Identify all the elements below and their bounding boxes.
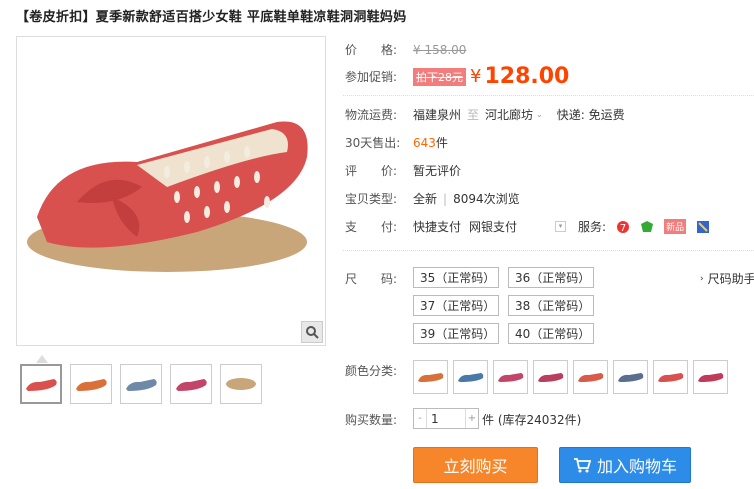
quantity-stepper[interactable]: - 1 + — [413, 408, 479, 429]
color-option-blue[interactable] — [453, 360, 488, 394]
thumbnail-sole[interactable] — [220, 364, 262, 404]
promo-price: 128.00 — [484, 64, 570, 89]
size-guide[interactable]: › 尺码助手 — [700, 270, 754, 287]
quantity-row: 购买数量: — [345, 411, 413, 428]
payment-label: 支 付: — [345, 220, 398, 234]
chevron-down-icon[interactable]: ⌄ — [536, 110, 543, 119]
shipping-fee: 快递: 免运费 — [556, 108, 625, 122]
sold-unit: 件 — [435, 136, 448, 150]
seven-day-return-icon[interactable]: 7 — [616, 220, 630, 234]
new-product-badge: 新品 — [664, 219, 687, 234]
thumbnail-orange[interactable] — [70, 364, 112, 404]
buy-now-button[interactable]: 立刻购买 — [413, 447, 538, 483]
thumbnail-blue[interactable] — [120, 364, 162, 404]
add-to-cart-button[interactable]: 加入购物车 — [559, 447, 691, 483]
color-row: 颜色分类: — [345, 362, 413, 379]
payment-quick: 快捷支付 — [413, 220, 462, 234]
thumb-pointer — [36, 355, 48, 363]
price-row: 价 格: ¥ 158.00 — [345, 41, 466, 58]
size-option[interactable]: 37（正常码） — [413, 295, 499, 316]
size-option[interactable]: 38（正常码） — [508, 295, 594, 316]
payment-dropdown-icon[interactable]: ▾ — [555, 221, 567, 232]
type-label: 宝贝类型: — [345, 192, 398, 206]
size-option[interactable]: 35（正常码） — [413, 267, 499, 288]
color-option-orange[interactable] — [413, 360, 448, 394]
service-label: 服务: — [578, 220, 607, 234]
price-label: 价 格: — [345, 43, 398, 57]
size-guide-label: 尺码助手 — [707, 272, 754, 286]
type-row: 宝贝类型: 全新 | 8094次浏览 — [345, 191, 520, 207]
quantity-input[interactable]: 1 — [427, 409, 465, 428]
zoom-button[interactable] — [301, 321, 323, 343]
svg-text:7: 7 — [620, 223, 626, 234]
promo-label: 参加促销: — [345, 70, 398, 84]
size-option[interactable]: 39（正常码） — [413, 323, 499, 344]
add-to-cart-label: 加入购物车 — [596, 457, 677, 476]
promo-row: 参加促销: 拍下28元 ¥ 128.00 — [345, 64, 569, 89]
sold-row: 30天售出: 643 件 — [345, 134, 448, 151]
thumbnail-red[interactable] — [20, 364, 62, 404]
quantity-decrease[interactable]: - — [414, 409, 427, 428]
original-price: ¥ 158.00 — [413, 42, 467, 57]
ship-to[interactable]: 河北廊坊 — [485, 106, 533, 123]
invoice-icon[interactable] — [696, 220, 710, 234]
quantity-increase[interactable]: + — [465, 409, 478, 428]
size-row-label: 尺 码: — [345, 270, 413, 287]
rating-value: 暂无评价 — [413, 164, 462, 178]
thumbnail-strip — [20, 364, 262, 404]
rating-label: 评 价: — [345, 164, 398, 178]
sold-label: 30天售出: — [345, 136, 401, 150]
color-option-pink[interactable] — [493, 360, 528, 394]
payment-bank: 网银支付 — [469, 220, 518, 234]
color-option-coral[interactable] — [573, 360, 608, 394]
size-label: 尺 码: — [345, 272, 398, 286]
ship-sep: 至 — [467, 108, 480, 122]
buy-now-label: 立刻购买 — [443, 457, 508, 476]
product-title: 【卷皮折扣】夏季新款舒适百搭少女鞋 平底鞋单鞋凉鞋洞洞鞋妈妈 — [16, 10, 407, 25]
size-option[interactable]: 40（正常码） — [508, 323, 594, 344]
size-option[interactable]: 36（正常码） — [508, 267, 594, 288]
color-option-navy[interactable] — [613, 360, 648, 394]
payment-row: 支 付: 快捷支付 网银支付 ▾ 服务: 7 新品 — [345, 218, 710, 235]
sold-count: 643 — [413, 135, 436, 150]
cart-icon — [573, 458, 591, 473]
view-count: 8094次浏览 — [453, 192, 520, 206]
stock-info: 件 (库存24032件) — [482, 413, 582, 427]
ship-from: 福建泉州 — [413, 108, 462, 122]
shoe-illustration — [27, 121, 308, 272]
guarantee-icon[interactable] — [640, 220, 654, 234]
color-option-red[interactable] — [653, 360, 688, 394]
color-label: 颜色分类: — [345, 364, 398, 378]
main-product-image[interactable] — [16, 36, 326, 346]
shipping-row: 物流运费: 福建泉州 至 河北廊坊 ⌄ 快递: 免运费 — [345, 106, 625, 123]
chevron-right-icon: › — [700, 273, 704, 284]
color-option-rose[interactable] — [533, 360, 568, 394]
currency-symbol: ¥ — [470, 66, 482, 87]
thumbnail-pink[interactable] — [170, 364, 212, 404]
shipping-label: 物流运费: — [345, 108, 398, 122]
rating-row: 评 价: 暂无评价 — [345, 162, 461, 179]
condition: 全新 — [413, 192, 438, 206]
magnifier-icon — [306, 326, 319, 339]
promo-badge: 拍下28元 — [413, 67, 466, 86]
quantity-label: 购买数量: — [345, 413, 398, 427]
color-option-magenta[interactable] — [693, 360, 728, 394]
